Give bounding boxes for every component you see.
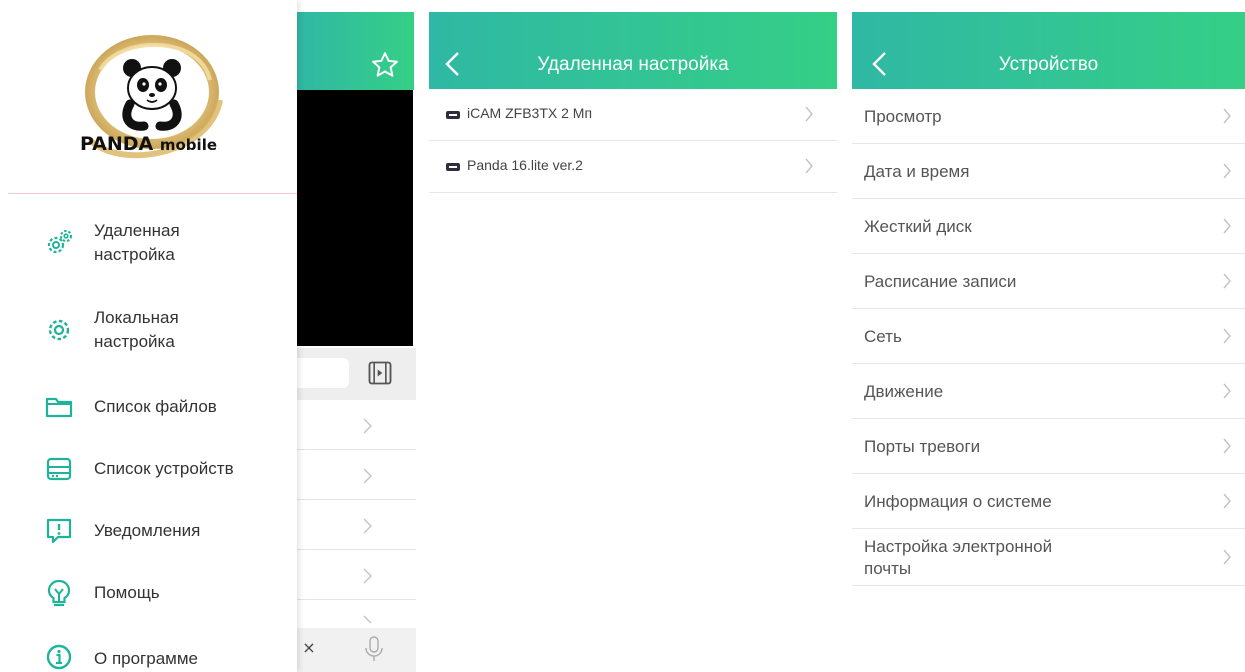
list-item[interactable] bbox=[297, 550, 416, 600]
menu-item-notifications[interactable]: Уведомления bbox=[0, 504, 297, 560]
settings-item-motion[interactable]: Движение bbox=[852, 364, 1245, 419]
settings-item-label: Движение bbox=[864, 382, 944, 401]
folder-icon bbox=[45, 397, 73, 418]
playback-film-icon[interactable] bbox=[366, 359, 394, 387]
settings-item-label: Дата и время bbox=[864, 162, 970, 181]
chevron-right-icon bbox=[1223, 273, 1231, 289]
chevron-right-icon bbox=[363, 568, 372, 584]
settings-item-label: Расписание записи bbox=[864, 272, 1017, 291]
settings-item-label: Сеть bbox=[864, 327, 902, 346]
gears-icon bbox=[47, 230, 72, 254]
gear-icon bbox=[48, 319, 70, 341]
settings-item-label: почты bbox=[864, 559, 912, 578]
chevron-right-icon bbox=[805, 106, 813, 122]
list-item[interactable] bbox=[297, 600, 416, 628]
menu-item-about[interactable]: О программе bbox=[0, 628, 297, 672]
dvr-icon bbox=[446, 163, 460, 171]
header: Устройство bbox=[852, 12, 1245, 89]
star-icon[interactable] bbox=[370, 50, 400, 80]
settings-item-email[interactable]: Настройка электронной почты bbox=[852, 529, 1245, 586]
menu-item-label: Удаленная bbox=[94, 221, 180, 240]
page-title: Удаленная настройка bbox=[537, 54, 729, 75]
chevron-right-icon bbox=[1223, 108, 1231, 124]
settings-item-alarm-ports[interactable]: Порты тревоги bbox=[852, 419, 1245, 474]
drawer-screen: × PANDA mobile Удаленная настройка Локал… bbox=[0, 0, 416, 672]
settings-item-record-schedule[interactable]: Расписание записи bbox=[852, 254, 1245, 309]
chevron-right-icon bbox=[1223, 328, 1231, 344]
device-name: Panda 16.lite ver.2 bbox=[467, 157, 583, 173]
lightbulb-icon bbox=[47, 579, 71, 607]
list-item[interactable] bbox=[297, 400, 416, 450]
remote-settings-screen: Удаленная настройка iCAM ZFB3TX 2 Мп Pan… bbox=[429, 12, 837, 672]
device-row[interactable]: iCAM ZFB3TX 2 Мп bbox=[429, 89, 837, 141]
dvr-icon bbox=[446, 111, 460, 119]
chevron-right-icon bbox=[363, 468, 372, 484]
alert-icon bbox=[46, 518, 72, 544]
brand-name: PANDA mobile bbox=[79, 133, 218, 155]
keyboard-suggestion-bar: × bbox=[297, 628, 416, 672]
chevron-right-icon bbox=[1223, 438, 1231, 454]
settings-item-system-info[interactable]: Информация о системе bbox=[852, 474, 1245, 529]
menu-item-label: Помощь bbox=[94, 583, 160, 602]
chevron-right-icon bbox=[363, 418, 372, 434]
keyboard-close-button[interactable]: × bbox=[297, 638, 321, 657]
settings-item-label: Информация о системе bbox=[864, 492, 1052, 511]
settings-item-label: Жесткий диск bbox=[864, 217, 972, 236]
search-input[interactable] bbox=[297, 358, 349, 388]
microphone-icon[interactable] bbox=[363, 634, 385, 664]
settings-item-label: Просмотр bbox=[864, 107, 942, 126]
menu-item-label: О программе bbox=[94, 649, 199, 668]
settings-item-label: Настройка электронной bbox=[864, 537, 1053, 556]
device-settings-screen: Устройство Просмотр Дата и время Жесткий… bbox=[852, 12, 1245, 672]
menu-item-label: Локальная bbox=[94, 308, 179, 327]
chevron-right-icon bbox=[1223, 218, 1231, 234]
navigation-drawer: PANDA mobile Удаленная настройка Локальн… bbox=[0, 0, 297, 672]
settings-item-network[interactable]: Сеть bbox=[852, 309, 1245, 364]
settings-item-label: Порты тревоги bbox=[864, 437, 981, 456]
page-title: Устройство bbox=[998, 54, 1099, 75]
chevron-right-icon bbox=[805, 158, 813, 174]
chevron-right-icon bbox=[1223, 493, 1231, 509]
list-item[interactable] bbox=[297, 450, 416, 500]
settings-item-preview[interactable]: Просмотр bbox=[852, 89, 1245, 144]
chevron-right-icon bbox=[363, 518, 372, 534]
chevron-right-icon bbox=[1223, 163, 1231, 179]
divider bbox=[8, 193, 297, 194]
menu-item-label: настройка bbox=[94, 245, 175, 264]
settings-item-date-time[interactable]: Дата и время bbox=[852, 144, 1245, 199]
video-preview bbox=[297, 90, 413, 346]
chevron-right-icon bbox=[1223, 549, 1231, 565]
menu-item-help[interactable]: Помощь bbox=[0, 566, 297, 622]
menu-item-label: Список устройств bbox=[94, 459, 234, 478]
device-list-icon bbox=[46, 457, 72, 481]
menu-item-label: Уведомления bbox=[94, 521, 201, 540]
chevron-right-icon bbox=[1223, 383, 1231, 399]
header: Удаленная настройка bbox=[429, 12, 837, 89]
menu-item-local-settings[interactable]: Локальная настройка bbox=[0, 303, 297, 359]
info-icon bbox=[46, 644, 72, 670]
list-item[interactable] bbox=[297, 500, 416, 550]
settings-item-hard-disk[interactable]: Жесткий диск bbox=[852, 199, 1245, 254]
device-name: iCAM ZFB3TX 2 Мп bbox=[467, 105, 593, 121]
menu-item-remote-settings[interactable]: Удаленная настройка bbox=[0, 216, 297, 272]
chevron-right-icon bbox=[363, 615, 372, 624]
menu-item-file-list[interactable]: Список файлов bbox=[0, 380, 297, 436]
menu-item-device-list[interactable]: Список устройств bbox=[0, 442, 297, 498]
device-row[interactable]: Panda 16.lite ver.2 bbox=[429, 141, 837, 193]
menu-item-label: настройка bbox=[94, 332, 175, 351]
menu-item-label: Список файлов bbox=[94, 397, 217, 416]
